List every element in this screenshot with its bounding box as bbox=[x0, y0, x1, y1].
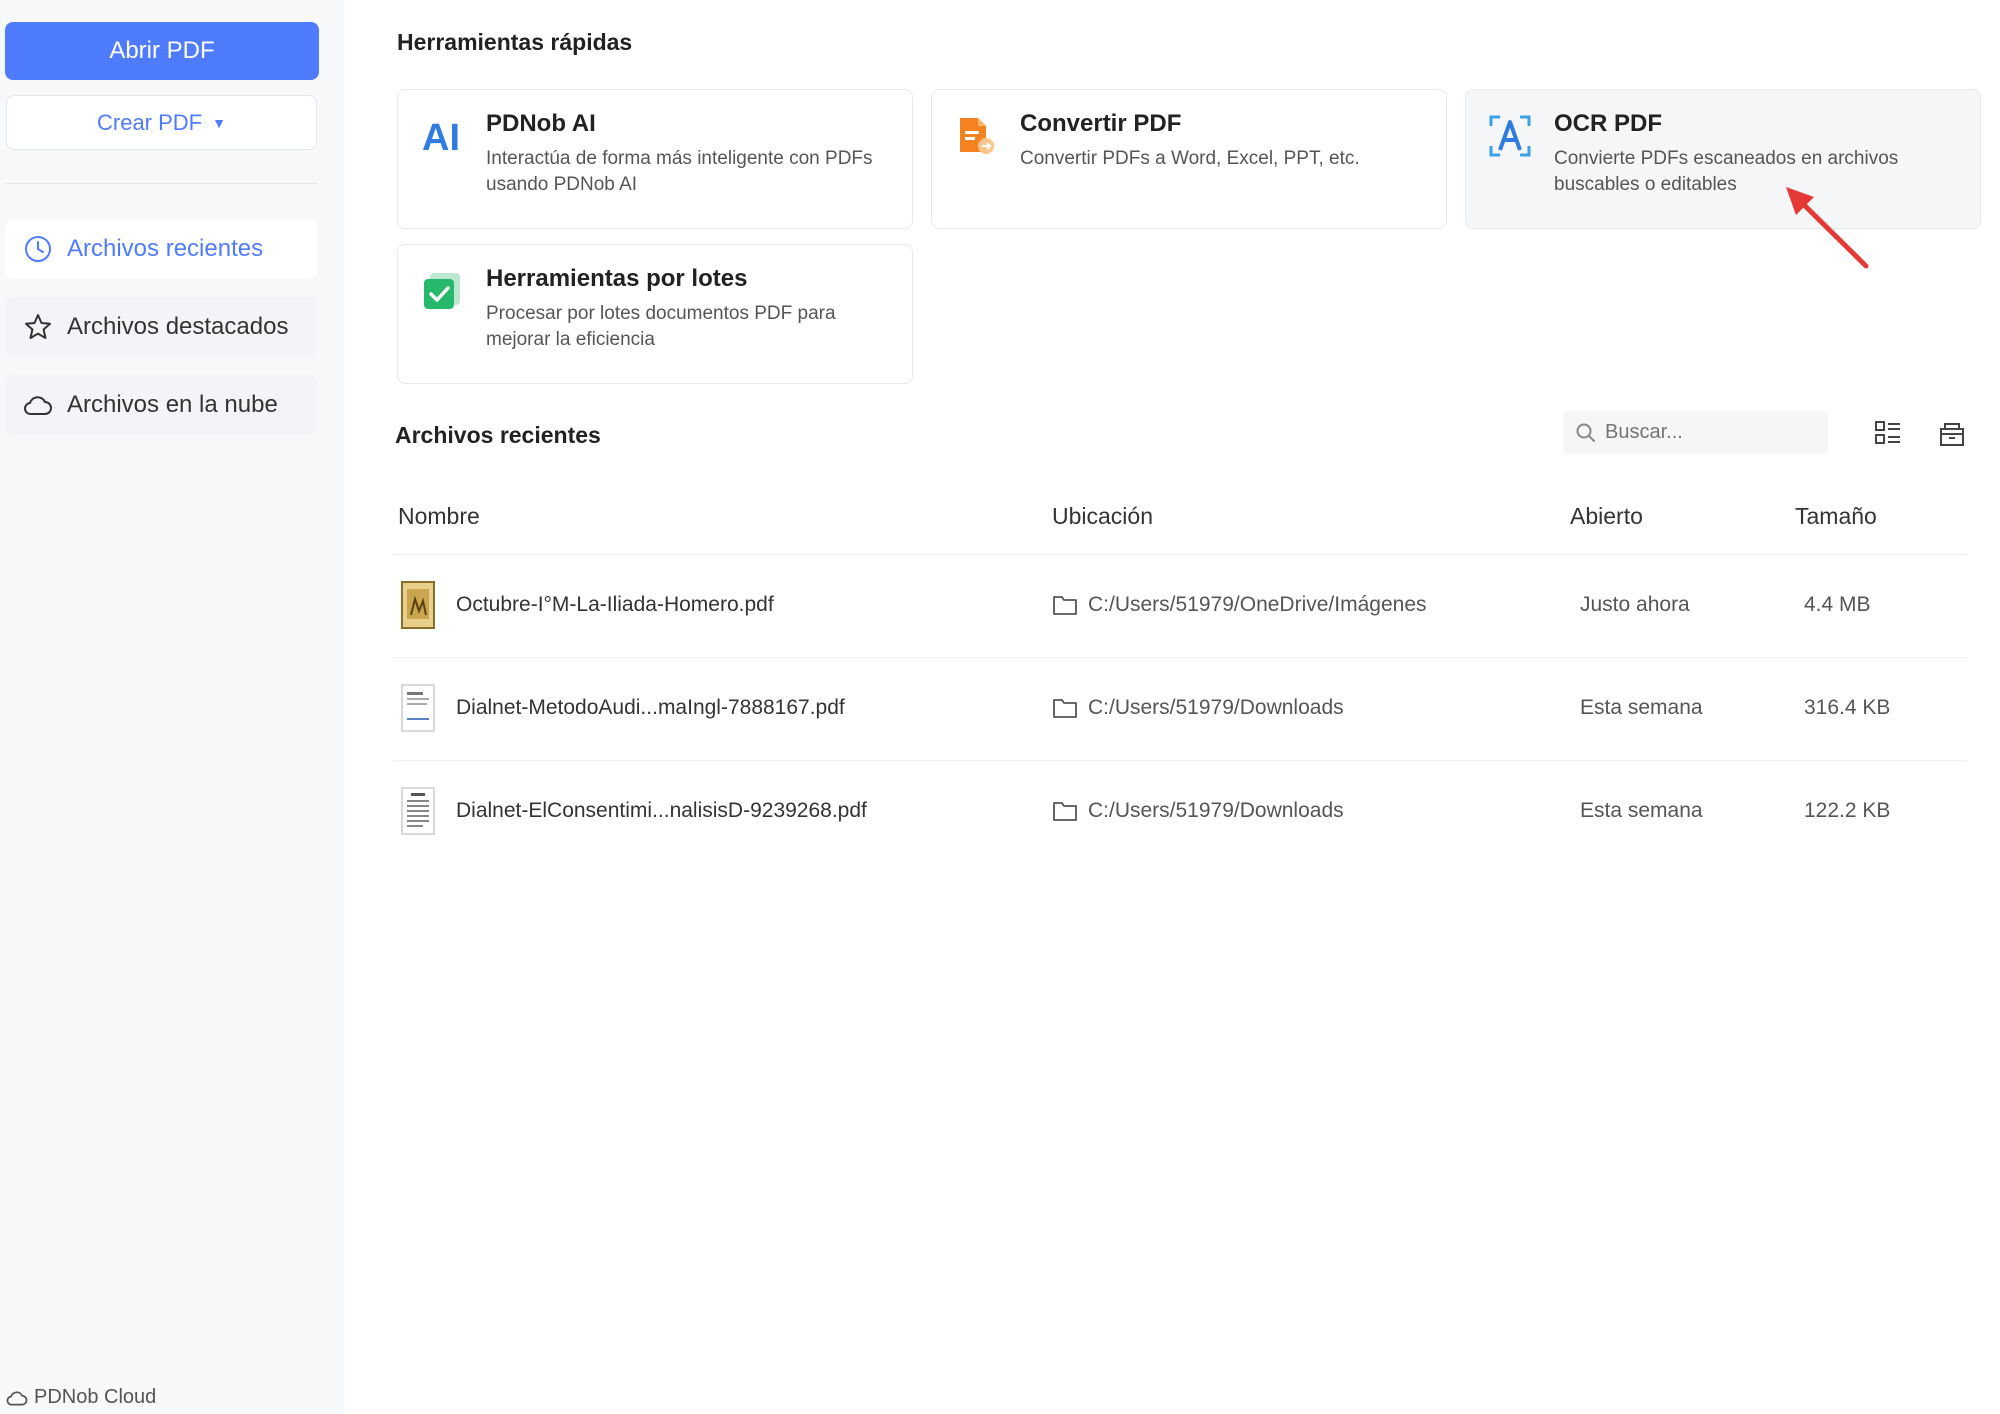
file-location-text: C:/Users/51979/OneDrive/Imágenes bbox=[1088, 593, 1427, 616]
ai-icon: AI bbox=[422, 117, 460, 158]
sidebar-item-starred[interactable]: Archivos destacados bbox=[5, 297, 317, 357]
cloud-icon bbox=[6, 1390, 28, 1405]
tool-card-title: Convertir PDF bbox=[1020, 110, 1182, 137]
create-pdf-button[interactable]: Crear PDF ▼ bbox=[6, 95, 317, 150]
view-toggle-icon[interactable] bbox=[1873, 418, 1903, 448]
caret-down-icon: ▼ bbox=[212, 114, 226, 131]
clock-icon bbox=[25, 236, 51, 262]
sidebar-item-cloud[interactable]: Archivos en la nube bbox=[5, 375, 317, 435]
ocr-icon bbox=[1489, 115, 1531, 157]
tool-card-title: Herramientas por lotes bbox=[486, 265, 748, 292]
column-header-size[interactable]: Tamaño bbox=[1795, 503, 1877, 530]
convert-icon bbox=[960, 118, 994, 154]
sidebar-item-label: Archivos en la nube bbox=[67, 391, 278, 418]
file-name: Dialnet-MetodoAudi...maIngl-7888167.pdf bbox=[456, 696, 845, 719]
folder-icon bbox=[1053, 699, 1077, 718]
file-size: 4.4 MB bbox=[1804, 593, 1871, 616]
file-location-text: C:/Users/51979/Downloads bbox=[1088, 799, 1344, 822]
file-row[interactable]: Dialnet-ElConsentimi...nalisisD-9239268.… bbox=[393, 760, 1967, 863]
tool-card-desc: Interactúa de forma más inteligente con … bbox=[486, 148, 873, 195]
tool-card-title: PDNob AI bbox=[486, 110, 596, 137]
folder-icon bbox=[1053, 802, 1077, 821]
column-header-location[interactable]: Ubicación bbox=[1052, 503, 1153, 530]
annotation-arrow bbox=[1786, 187, 1869, 269]
file-location: C:/Users/51979/Downloads bbox=[1052, 799, 1344, 823]
tool-card-title: OCR PDF bbox=[1554, 110, 1662, 137]
file-opened: Esta semana bbox=[1580, 799, 1703, 822]
pdf-thumbnail-icon bbox=[401, 581, 435, 629]
file-name: Dialnet-ElConsentimi...nalisisD-9239268.… bbox=[456, 799, 867, 822]
sidebar-divider bbox=[6, 183, 317, 184]
search-input[interactable] bbox=[1603, 420, 1827, 445]
file-location: C:/Users/51979/Downloads bbox=[1052, 696, 1344, 720]
cloud-icon bbox=[24, 396, 52, 415]
file-size: 122.2 KB bbox=[1804, 799, 1891, 822]
tool-card-pdnob-ai[interactable]: AI PDNob AI Interactúa de forma más inte… bbox=[397, 89, 913, 229]
folder-icon bbox=[1053, 596, 1077, 615]
file-opened: Justo ahora bbox=[1580, 593, 1690, 616]
batch-icon bbox=[424, 273, 460, 309]
file-location: C:/Users/51979/OneDrive/Imágenes bbox=[1052, 593, 1427, 617]
quick-tools-title: Herramientas rápidas bbox=[397, 29, 633, 55]
pdnob-cloud-link[interactable]: PDNob Cloud bbox=[6, 1386, 156, 1409]
file-size: 316.4 KB bbox=[1804, 696, 1891, 719]
search-icon bbox=[1576, 423, 1595, 442]
sidebar: Abrir PDF Crear PDF ▼ Archivos recientes… bbox=[0, 0, 344, 1414]
tool-card-desc: Convertir PDFs a Word, Excel, PPT, etc. bbox=[1020, 148, 1360, 169]
tool-card-ocr-pdf[interactable]: OCR PDF Convierte PDFs escaneados en arc… bbox=[1465, 89, 1981, 229]
file-name: Octubre-I°M-La-Iliada-Homero.pdf bbox=[456, 593, 774, 616]
create-pdf-label: Crear PDF bbox=[97, 109, 203, 135]
svg-text:AI: AI bbox=[422, 117, 460, 158]
open-pdf-button[interactable]: Abrir PDF bbox=[5, 22, 319, 80]
file-location-text: C:/Users/51979/Downloads bbox=[1088, 696, 1344, 719]
file-opened: Esta semana bbox=[1580, 696, 1703, 719]
file-row[interactable]: Octubre-I°M-La-Iliada-Homero.pdf C:/User… bbox=[393, 554, 1967, 657]
clear-history-icon[interactable] bbox=[1937, 418, 1967, 448]
pdf-thumbnail-icon bbox=[401, 684, 435, 732]
star-icon bbox=[25, 314, 51, 339]
sidebar-item-label: Archivos destacados bbox=[67, 313, 289, 340]
file-row[interactable]: Dialnet-MetodoAudi...maIngl-7888167.pdf … bbox=[393, 657, 1967, 760]
tool-card-batch-tools[interactable]: Herramientas por lotes Procesar por lote… bbox=[397, 244, 913, 384]
tool-card-desc: Convierte PDFs escaneados en archivos bu… bbox=[1554, 148, 1899, 195]
pdnob-cloud-label: PDNob Cloud bbox=[34, 1386, 157, 1408]
pdf-thumbnail-icon bbox=[401, 787, 435, 835]
sidebar-item-recent[interactable]: Archivos recientes bbox=[5, 219, 317, 279]
tool-card-convert-pdf[interactable]: Convertir PDF Convertir PDFs a Word, Exc… bbox=[931, 89, 1447, 229]
search-box[interactable] bbox=[1563, 411, 1828, 454]
recent-files-title: Archivos recientes bbox=[395, 422, 601, 448]
sidebar-item-label: Archivos recientes bbox=[67, 235, 264, 262]
tool-card-desc: Procesar por lotes documentos PDF para m… bbox=[486, 303, 836, 350]
column-header-name[interactable]: Nombre bbox=[398, 503, 480, 530]
column-header-opened[interactable]: Abierto bbox=[1570, 503, 1643, 530]
